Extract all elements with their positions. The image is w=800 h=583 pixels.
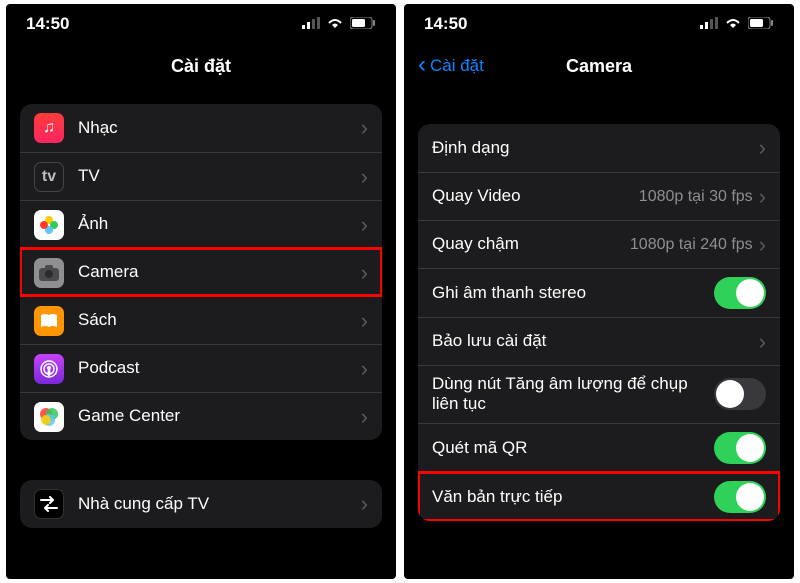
- row-music[interactable]: ♫ Nhạc ›: [20, 104, 382, 152]
- row-label: Nhạc: [78, 118, 361, 138]
- row-books[interactable]: Sách ›: [20, 296, 382, 344]
- wifi-icon: [724, 14, 742, 34]
- row-live-text: Văn bản trực tiếp: [418, 472, 780, 521]
- chevron-right-icon: ›: [759, 184, 766, 210]
- row-label: Quay chậm: [432, 234, 630, 254]
- row-label: Văn bản trực tiếp: [432, 487, 714, 507]
- battery-icon: [748, 14, 774, 34]
- chevron-right-icon: ›: [361, 212, 368, 238]
- books-icon: [34, 306, 64, 336]
- phone-camera-settings: 14:50 ‹ Cài đặt Camera Định dạng › Quay …: [404, 4, 794, 579]
- back-label: Cài đặt: [430, 56, 484, 76]
- tv-provider-group: Nhà cung cấp TV ›: [20, 480, 382, 528]
- camera-settings-group: Định dạng › Quay Video 1080p tại 30 fps …: [418, 124, 780, 521]
- row-label: Bảo lưu cài đặt: [432, 331, 759, 351]
- row-label: Nhà cung cấp TV: [78, 494, 361, 514]
- chevron-right-icon: ›: [759, 232, 766, 258]
- chevron-left-icon: ‹: [418, 53, 426, 77]
- row-label: Game Center: [78, 406, 361, 426]
- chevron-right-icon: ›: [361, 115, 368, 141]
- page-title: Camera: [566, 56, 632, 77]
- row-label: Dùng nút Tăng âm lượng để chụp liên tục: [432, 374, 714, 415]
- row-label: Ghi âm thanh stereo: [432, 283, 714, 303]
- chevron-right-icon: ›: [361, 491, 368, 517]
- row-podcast[interactable]: Podcast ›: [20, 344, 382, 392]
- music-icon: ♫: [34, 113, 64, 143]
- status-bar: 14:50: [404, 4, 794, 44]
- status-time: 14:50: [424, 14, 467, 34]
- row-label: Quét mã QR: [432, 438, 714, 458]
- row-label: Định dạng: [432, 138, 759, 158]
- phone-settings: 14:50 Cài đặt ♫ Nhạc › tv TV ›: [6, 4, 396, 579]
- status-bar: 14:50: [6, 4, 396, 44]
- status-icons: [700, 14, 774, 34]
- chevron-right-icon: ›: [759, 135, 766, 161]
- row-detail: 1080p tại 30 fps: [639, 188, 753, 206]
- row-label: Ảnh: [78, 214, 361, 234]
- row-format[interactable]: Định dạng ›: [418, 124, 780, 172]
- row-photos[interactable]: Ảnh ›: [20, 200, 382, 248]
- toggle-live-text[interactable]: [714, 481, 766, 513]
- status-icons: [302, 14, 376, 34]
- wifi-icon: [326, 14, 344, 34]
- battery-icon: [350, 14, 376, 34]
- row-label: Quay Video: [432, 186, 639, 206]
- toggle-burst[interactable]: [714, 378, 766, 410]
- row-tv-provider[interactable]: Nhà cung cấp TV ›: [20, 480, 382, 528]
- nav-header: ‹ Cài đặt Camera: [404, 44, 794, 88]
- tv-icon: tv: [34, 162, 64, 192]
- page-title: Cài đặt: [171, 56, 231, 77]
- gamecenter-icon: [34, 402, 64, 432]
- nav-header: Cài đặt: [6, 44, 396, 88]
- row-label: Sách: [78, 310, 361, 330]
- row-qr: Quét mã QR: [418, 423, 780, 472]
- chevron-right-icon: ›: [361, 308, 368, 334]
- row-gamecenter[interactable]: Game Center ›: [20, 392, 382, 440]
- photos-icon: [34, 210, 64, 240]
- signal-icon: [700, 14, 718, 34]
- chevron-right-icon: ›: [361, 164, 368, 190]
- settings-group: ♫ Nhạc › tv TV › Ảnh › Camera ›: [20, 104, 382, 440]
- tv-provider-icon: [34, 489, 64, 519]
- toggle-stereo[interactable]: [714, 277, 766, 309]
- chevron-right-icon: ›: [361, 404, 368, 430]
- row-preserve[interactable]: Bảo lưu cài đặt ›: [418, 317, 780, 365]
- row-stereo: Ghi âm thanh stereo: [418, 268, 780, 317]
- chevron-right-icon: ›: [361, 356, 368, 382]
- row-burst: Dùng nút Tăng âm lượng để chụp liên tục: [418, 365, 780, 423]
- row-label: Podcast: [78, 358, 361, 378]
- row-label: Camera: [78, 262, 361, 282]
- back-button[interactable]: ‹ Cài đặt: [418, 55, 484, 77]
- toggle-qr[interactable]: [714, 432, 766, 464]
- row-slow-mo[interactable]: Quay chậm 1080p tại 240 fps ›: [418, 220, 780, 268]
- signal-icon: [302, 14, 320, 34]
- row-tv[interactable]: tv TV ›: [20, 152, 382, 200]
- podcast-icon: [34, 354, 64, 384]
- row-label: TV: [78, 166, 361, 186]
- row-detail: 1080p tại 240 fps: [630, 236, 753, 254]
- camera-icon: [34, 258, 64, 288]
- chevron-right-icon: ›: [361, 260, 368, 286]
- row-record-video[interactable]: Quay Video 1080p tại 30 fps ›: [418, 172, 780, 220]
- chevron-right-icon: ›: [759, 329, 766, 355]
- status-time: 14:50: [26, 14, 69, 34]
- row-camera[interactable]: Camera ›: [20, 248, 382, 296]
